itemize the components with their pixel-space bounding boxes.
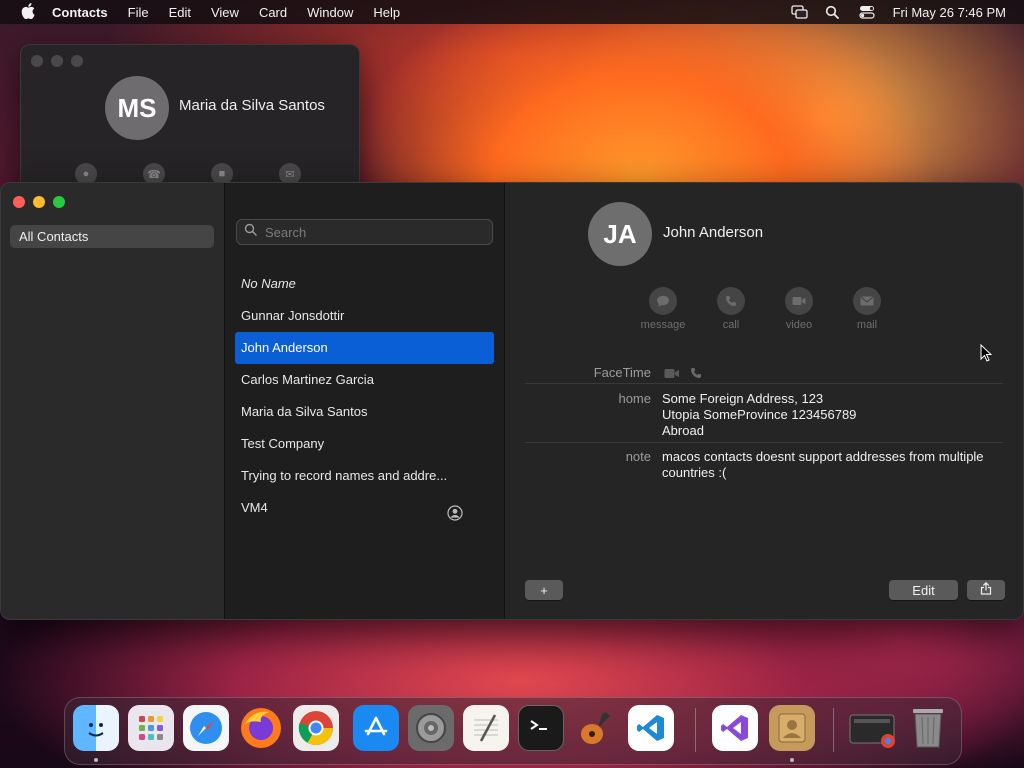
divider: [525, 383, 1003, 384]
finder-icon[interactable]: [73, 705, 119, 751]
home-address-label: home: [618, 391, 651, 406]
note-line: countries :(: [662, 465, 727, 480]
chrome-app-icon[interactable]: [848, 705, 898, 751]
contact-name: VM4: [241, 500, 268, 515]
message-label: message: [640, 319, 686, 331]
search-field[interactable]: [236, 219, 493, 245]
facetime-buttons: [664, 366, 702, 384]
list-item[interactable]: Test Company: [235, 428, 494, 460]
chrome-icon[interactable]: [293, 705, 339, 751]
minimize-button[interactable]: [51, 55, 63, 67]
list-item[interactable]: Gunnar Jonsdottir: [235, 300, 494, 332]
screen-mirroring-icon[interactable]: [790, 5, 808, 19]
zoom-button[interactable]: [53, 196, 65, 208]
address-line: Abroad: [662, 423, 704, 438]
mail-icon[interactable]: [853, 287, 881, 315]
add-button[interactable]: +: [525, 580, 563, 600]
apple-menu-icon[interactable]: [18, 2, 38, 22]
firefox-icon[interactable]: [238, 705, 284, 751]
contact-card-window[interactable]: MS Maria da Silva Santos ● ☎ ■ ✉: [20, 44, 360, 196]
avatar: MS: [105, 76, 169, 140]
trash-icon[interactable]: [905, 705, 951, 751]
edit-button[interactable]: Edit: [889, 580, 958, 600]
note-text[interactable]: macos contacts doesnt support addresses …: [662, 449, 1012, 481]
address-line: Some Foreign Address, 123: [662, 391, 824, 406]
menu-app-name[interactable]: Contacts: [52, 5, 108, 20]
minimize-button[interactable]: [33, 196, 45, 208]
menu-bar: Contacts File Edit View Card Window Help…: [0, 0, 1024, 24]
sidebar-item-all-contacts[interactable]: All Contacts: [10, 225, 214, 248]
facetime-audio-icon[interactable]: [690, 366, 702, 384]
safari-icon[interactable]: [183, 705, 229, 751]
note-label: note: [625, 449, 651, 464]
inactive-traffic-lights: [31, 55, 83, 67]
launchpad-icon[interactable]: [128, 705, 174, 751]
control-center-icon[interactable]: [858, 5, 875, 19]
share-icon: [980, 581, 992, 598]
menu-window[interactable]: Window: [307, 5, 353, 20]
search-icon: [244, 223, 257, 241]
share-button[interactable]: [967, 580, 1005, 600]
menu-edit[interactable]: Edit: [169, 5, 191, 20]
menu-card[interactable]: Card: [259, 5, 287, 20]
video-icon[interactable]: [785, 287, 813, 315]
divider: [525, 442, 1003, 443]
visual-studio-icon[interactable]: [712, 705, 758, 751]
running-indicator: [94, 758, 98, 762]
close-button[interactable]: [13, 196, 25, 208]
contacts-icon[interactable]: [769, 705, 815, 751]
menubar-clock[interactable]: Fri May 26 7:46 PM: [893, 5, 1006, 20]
vscode-icon[interactable]: [628, 705, 674, 751]
mail-label: mail: [856, 319, 878, 331]
home-address[interactable]: Some Foreign Address, 123 Utopia SomePro…: [662, 391, 856, 439]
terminal-icon[interactable]: [518, 705, 564, 751]
close-button[interactable]: [31, 55, 43, 67]
video-label: video: [785, 319, 813, 331]
video-action[interactable]: video: [769, 287, 829, 331]
menu-file[interactable]: File: [128, 5, 149, 20]
dock-separator: [833, 708, 834, 752]
textedit-icon[interactable]: [463, 705, 509, 751]
contact-detail-pane: JA John Anderson message call video mail: [505, 183, 1023, 619]
running-indicator: [790, 758, 794, 762]
phone-icon[interactable]: [717, 287, 745, 315]
dock-separator: [695, 708, 696, 752]
menu-view[interactable]: View: [211, 5, 239, 20]
system-settings-icon[interactable]: [408, 705, 454, 751]
zoom-button[interactable]: [71, 55, 83, 67]
app-store-icon[interactable]: [353, 705, 399, 751]
my-card-person-icon: [447, 501, 463, 521]
address-line: Utopia SomeProvince 123456789: [662, 407, 857, 422]
list-item[interactable]: Carlos Martinez Garcia: [235, 364, 494, 396]
mail-action[interactable]: mail: [837, 287, 897, 331]
facetime-video-icon[interactable]: [664, 366, 680, 384]
spotlight-search-icon[interactable]: [825, 5, 841, 19]
search-input[interactable]: [263, 223, 487, 241]
call-label: call: [722, 319, 740, 331]
mouse-pointer-icon: [980, 343, 993, 367]
sidebar: All Contacts: [1, 183, 225, 619]
contact-name: Maria da Silva Santos: [179, 97, 325, 114]
list-item[interactable]: Trying to record names and addre...: [235, 460, 494, 492]
message-icon[interactable]: [649, 287, 677, 315]
note-line: macos contacts doesnt support addresses …: [662, 449, 984, 464]
call-action[interactable]: call: [701, 287, 761, 331]
list-item[interactable]: Maria da Silva Santos: [235, 396, 494, 428]
dock: [64, 697, 962, 765]
traffic-lights: [13, 196, 65, 208]
avatar: JA: [588, 202, 652, 266]
menu-help[interactable]: Help: [373, 5, 400, 20]
list-item-selected[interactable]: John Anderson: [235, 332, 494, 364]
contact-name: John Anderson: [663, 224, 764, 241]
contacts-window: All Contacts No Name Gunnar Jonsdottir J…: [0, 182, 1024, 620]
facetime-label: FaceTime: [593, 365, 651, 380]
contact-list-pane: No Name Gunnar Jonsdottir John Anderson …: [225, 183, 505, 619]
list-item-vm4[interactable]: VM4: [235, 492, 494, 524]
garageband-icon[interactable]: [573, 705, 619, 751]
message-action[interactable]: message: [633, 287, 693, 331]
list-item[interactable]: No Name: [235, 268, 494, 300]
